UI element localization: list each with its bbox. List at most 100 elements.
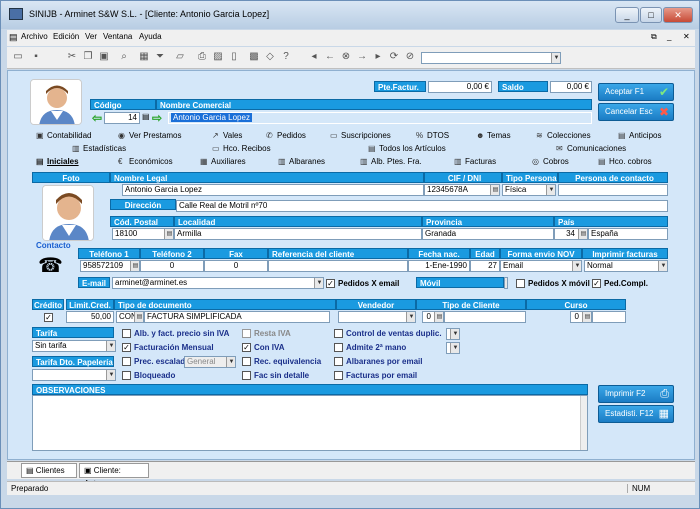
doc-tab-clientes[interactable]: ▤ Clientes: [21, 463, 77, 478]
chevron-down-icon[interactable]: ▼: [572, 261, 581, 271]
tab-temas[interactable]: ☻ Temas: [476, 129, 511, 142]
filter-icon[interactable]: ⏷: [153, 50, 167, 64]
imprimir-facturas-field[interactable]: Normal ▼: [584, 260, 668, 272]
ped-compl-checkbox[interactable]: ✓: [592, 279, 601, 288]
prec-escalad-checkbox[interactable]: [122, 357, 131, 366]
pais-lookup-icon[interactable]: ▤: [578, 229, 587, 239]
tab-anticipos[interactable]: ▤ Anticipos: [618, 129, 661, 142]
find-icon[interactable]: ⌕: [117, 50, 131, 64]
print-icon[interactable]: ⎙: [195, 50, 209, 64]
admite-2a-mano-checkbox[interactable]: [334, 343, 343, 352]
aceptar-button[interactable]: Aceptar F1 ✔: [598, 83, 674, 101]
facturacion-mensual-checkbox[interactable]: ✓: [122, 343, 131, 352]
tarifa-field[interactable]: Sin tarifa ▼: [32, 340, 116, 352]
tab-economicos[interactable]: € Económicos: [118, 155, 173, 168]
cut-icon[interactable]: ✂: [65, 50, 79, 64]
persona-contacto-field[interactable]: [558, 184, 668, 196]
menu-ver[interactable]: Ver: [85, 32, 97, 41]
tipo-doc-code-field[interactable]: CON ▤: [116, 311, 144, 323]
tab-vales[interactable]: ↗ Vales: [212, 129, 242, 142]
curso-lookup-icon[interactable]: ▤: [582, 312, 591, 322]
doc-tab-cliente-detail[interactable]: ▣ Cliente: Anto...: [79, 463, 149, 488]
chevron-down-icon[interactable]: ▼: [314, 278, 323, 288]
provincia-field[interactable]: Granada: [422, 228, 554, 240]
nav-last-icon[interactable]: ▸: [371, 50, 385, 64]
nav-first-icon[interactable]: ◂: [307, 50, 321, 64]
control-ventas-checkbox[interactable]: [334, 329, 343, 338]
tab-dtos[interactable]: % DTOS: [416, 129, 449, 142]
tab-ver-prestamos[interactable]: ◉ Ver Prestamos: [118, 129, 181, 142]
pedidos-movil-checkbox[interactable]: [516, 279, 525, 288]
rec-equivalencia-checkbox[interactable]: [242, 357, 251, 366]
help-icon[interactable]: ?: [279, 50, 293, 64]
telefono1-field[interactable]: 958572109 ▤: [80, 260, 140, 272]
chevron-down-icon[interactable]: ▼: [546, 185, 555, 195]
tab-comunicaciones[interactable]: ✉ Comunicaciones: [556, 142, 626, 155]
vendedor-field[interactable]: ▼: [338, 311, 416, 323]
localidad-field[interactable]: Armilla: [174, 228, 422, 240]
new-icon[interactable]: ▭: [11, 50, 25, 64]
copy-icon[interactable]: ❐: [81, 50, 95, 64]
tag-icon[interactable]: ◇: [263, 50, 277, 64]
tab-hco-cobros[interactable]: ▤ Hco. cobros: [598, 155, 652, 168]
cp-lookup-icon[interactable]: ▤: [164, 229, 173, 239]
telefono2-field[interactable]: 0: [140, 260, 204, 272]
facturas-email-checkbox[interactable]: [334, 371, 343, 380]
chevron-down-icon[interactable]: ▼: [450, 343, 459, 353]
save-icon[interactable]: ▪: [29, 50, 43, 64]
doc-lookup-icon[interactable]: ▤: [134, 312, 143, 322]
codigo-lookup-icon[interactable]: ▤: [142, 112, 150, 121]
tab-hco-recibos[interactable]: ▭ Hco. Recibos: [212, 142, 271, 155]
mdi-restore-icon[interactable]: ⧉: [651, 32, 657, 42]
tipo-persona-field[interactable]: Física ▼: [502, 184, 556, 196]
cif-field[interactable]: 12345678A ▤: [424, 184, 500, 196]
chevron-down-icon[interactable]: ▼: [450, 329, 459, 339]
menu-edicion[interactable]: Edición: [53, 32, 79, 41]
nav-prev-icon[interactable]: ←: [323, 50, 337, 64]
chevron-down-icon[interactable]: ▼: [106, 370, 115, 380]
grid-icon[interactable]: ▦: [137, 50, 151, 64]
chevron-down-icon[interactable]: ▼: [505, 278, 507, 288]
admite-2a-mano-select[interactable]: ▼: [446, 342, 460, 354]
movil-field[interactable]: ▼: [504, 277, 508, 289]
calc-icon[interactable]: ▩: [247, 50, 261, 64]
resta-iva-checkbox[interactable]: [242, 329, 251, 338]
menu-archivo[interactable]: Archivo: [21, 32, 48, 41]
cif-lookup-icon[interactable]: ▤: [490, 185, 499, 195]
chevron-down-icon[interactable]: ▼: [226, 357, 235, 367]
menu-ventana[interactable]: Ventana: [103, 32, 132, 41]
albaranes-email-checkbox[interactable]: [334, 357, 343, 366]
maximize-button[interactable]: □: [640, 7, 662, 23]
chevron-down-icon[interactable]: ▼: [106, 341, 115, 351]
fac-sin-detalle-checkbox[interactable]: [242, 371, 251, 380]
phone-lookup-icon[interactable]: ▤: [130, 261, 139, 271]
tab-facturas[interactable]: ▥ Facturas: [454, 155, 496, 168]
tab-cobros[interactable]: ◎ Cobros: [532, 155, 569, 168]
mdi-close-icon[interactable]: ✕: [683, 32, 690, 41]
curso-field[interactable]: [592, 311, 626, 323]
con-iva-checkbox[interactable]: ✓: [242, 343, 251, 352]
codigo-field[interactable]: 14: [104, 112, 140, 124]
pais-code-field[interactable]: 34 ▤: [554, 228, 588, 240]
toolbar-combo[interactable]: ▼: [421, 52, 561, 64]
credito-checkbox[interactable]: ✓: [44, 313, 53, 322]
tab-estadisticas[interactable]: ▥ Estadísticas: [72, 142, 126, 155]
close-button[interactable]: ✕: [663, 7, 693, 23]
tipo-cliente-code-field[interactable]: 0 ▤: [422, 311, 444, 323]
chevron-down-icon[interactable]: ▼: [658, 261, 667, 271]
prec-escalad-field[interactable]: General ▼: [184, 356, 236, 368]
prev-record-icon[interactable]: ⇦: [92, 111, 102, 125]
imprimir-button[interactable]: Imprimir F2 ⎙: [598, 385, 674, 403]
page-icon[interactable]: ▯: [227, 50, 241, 64]
limit-cred-field[interactable]: 50,00: [66, 311, 114, 323]
nombre-comercial-field[interactable]: Antonio Garcia Lopez: [168, 112, 592, 124]
tab-contabilidad[interactable]: ▣ Contabilidad: [36, 129, 91, 142]
cod-postal-field[interactable]: 18100 ▤: [112, 228, 174, 240]
estadisticas-button[interactable]: Estadisti. F12 ▦: [598, 405, 674, 423]
tab-iniciales[interactable]: ▤ Iniciales: [36, 155, 79, 168]
nav-stop-icon[interactable]: ⊗: [339, 50, 353, 64]
forma-envio-field[interactable]: Email ▼: [500, 260, 582, 272]
email-field[interactable]: arminet@arminet.es ▼: [112, 277, 324, 289]
mdi-minimize-icon[interactable]: _: [667, 32, 671, 41]
fecha-nac-field[interactable]: 1-Ene-1990: [408, 260, 470, 272]
